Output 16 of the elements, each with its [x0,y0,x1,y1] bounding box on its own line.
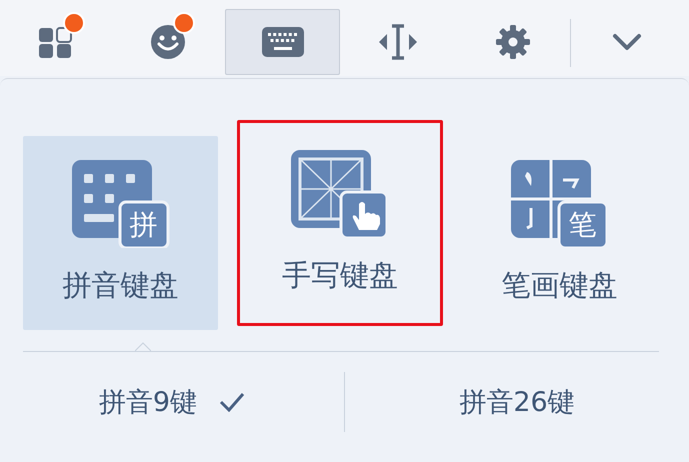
keyboard-option[interactable]: 笔 笔画键盘 [462,136,657,330]
input-mode-option[interactable]: 拼音26键 [345,374,689,430]
input-mode-option[interactable]: 拼音9键 [0,374,344,430]
chevron-down-icon [612,33,642,51]
settings-icon [494,24,530,60]
grid-icon [38,25,72,59]
keypad-icon [72,160,170,248]
smiley-icon [150,25,184,59]
keyboard-option[interactable]: 拼 拼音键盘 [23,136,218,330]
key-character: 笔 [568,208,598,242]
key-character: 拼 [128,208,158,242]
stroke-grid-icon [510,160,608,248]
toolbar-button[interactable] [225,9,340,75]
keyboard-icon [262,27,304,57]
keyboard-option[interactable]: 手写键盘 [237,120,443,326]
cursor-move-icon [378,24,418,60]
